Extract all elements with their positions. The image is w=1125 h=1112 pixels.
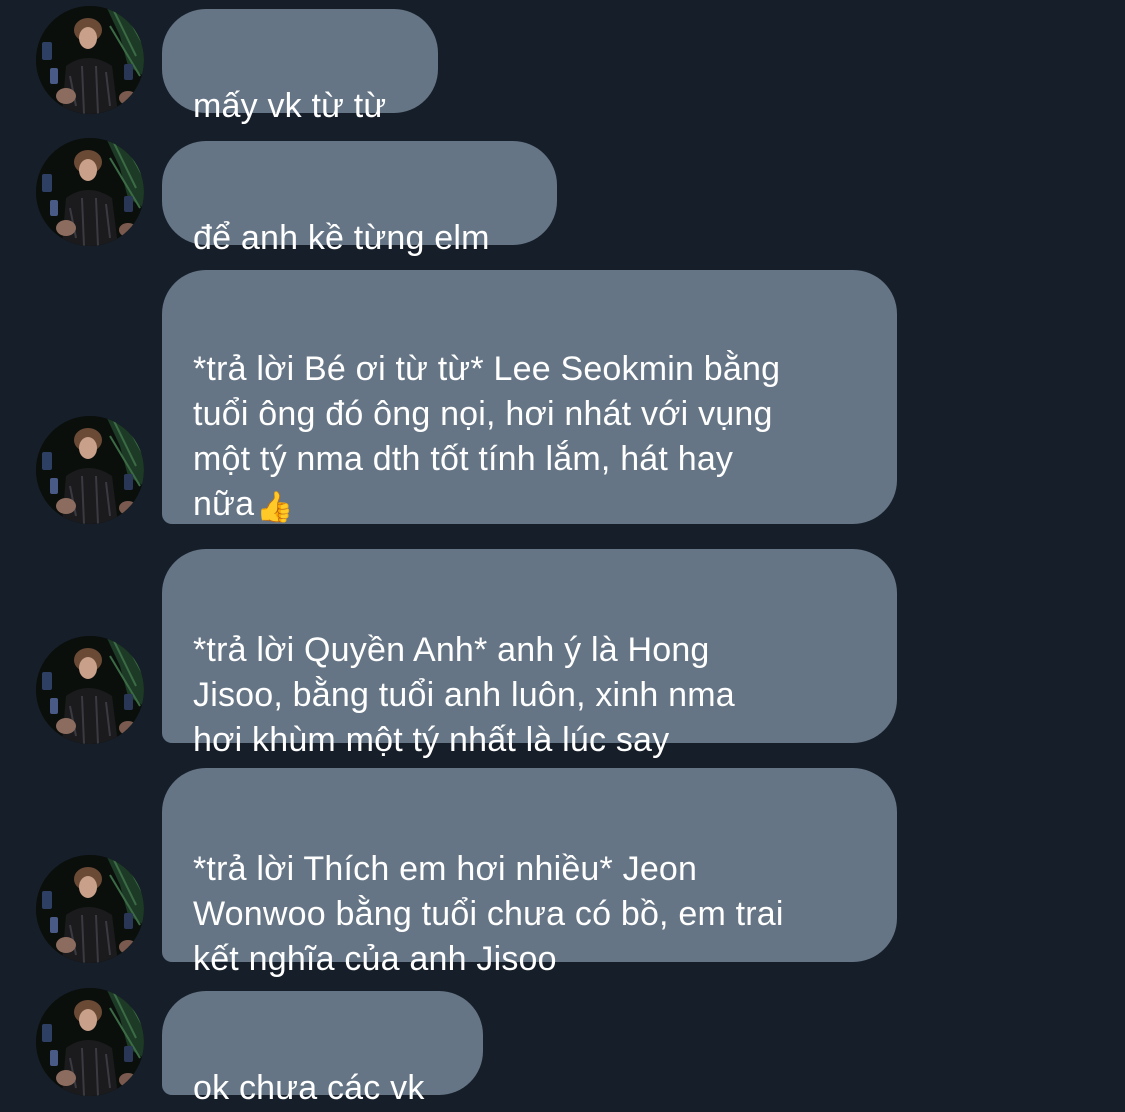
message-text: mấy vk từ từ <box>193 87 387 125</box>
sender-avatar[interactable] <box>36 138 144 246</box>
message-bubble[interactable]: để anh kề từng elm <box>162 141 557 257</box>
sender-avatar[interactable] <box>36 636 144 744</box>
message-text: để anh kề từng elm <box>193 219 490 257</box>
profile-photo-icon <box>36 6 144 114</box>
thumbs-up-icon: 👍 <box>256 491 294 524</box>
profile-photo-icon <box>36 636 144 744</box>
message-text: *trả lời Thích em hơi nhiều* Jeon Wonwoo… <box>193 850 784 978</box>
sender-avatar[interactable] <box>36 6 144 114</box>
profile-photo-icon <box>36 138 144 246</box>
message-bubble[interactable]: mấy vk từ từ <box>162 9 438 125</box>
message-bubble[interactable]: *trả lời Thích em hơi nhiều* Jeon Wonwoo… <box>162 768 897 978</box>
message-text: ok chưa các vk <box>193 1069 425 1107</box>
profile-photo-icon <box>36 855 144 963</box>
message-bubble[interactable]: *trả lời Bé ơi từ từ* Lee Seokmin bằng t… <box>162 270 897 524</box>
message-text: *trả lời Quyền Anh* anh ý là Hong Jisoo,… <box>193 631 735 759</box>
message-bubble[interactable]: *trả lời Quyền Anh* anh ý là Hong Jisoo,… <box>162 549 897 759</box>
message-bubble[interactable]: ok chưa các vk <box>162 991 483 1107</box>
sender-avatar[interactable] <box>36 988 144 1096</box>
profile-photo-icon <box>36 416 144 524</box>
profile-photo-icon <box>36 988 144 1096</box>
sender-avatar[interactable] <box>36 416 144 524</box>
sender-avatar[interactable] <box>36 855 144 963</box>
